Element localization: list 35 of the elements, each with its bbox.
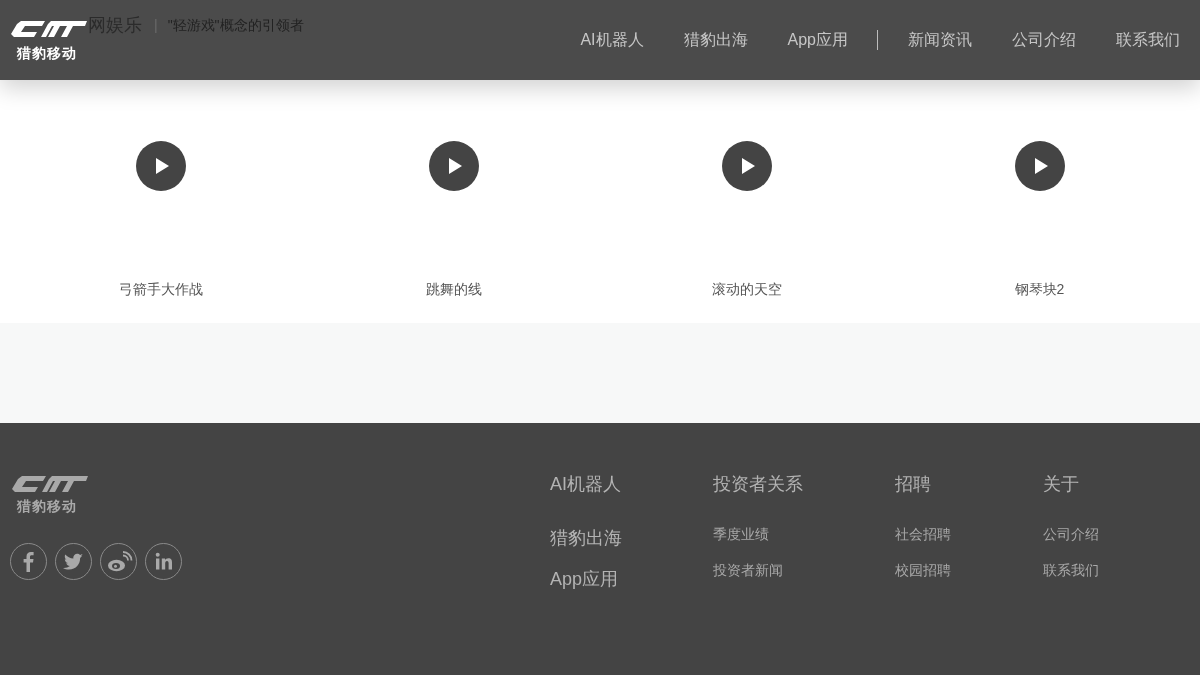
footer-link[interactable]: App应用 — [550, 566, 619, 592]
nav-link[interactable]: 猎豹出海 — [663, 28, 768, 52]
nav-link[interactable]: 新闻资讯 — [888, 28, 992, 52]
game-title[interactable]: 弓箭手大作战 — [118, 280, 203, 298]
logo-text: 猎豹移动 — [17, 497, 77, 515]
footer-heading: 招聘 — [895, 473, 931, 496]
play-icon[interactable] — [721, 141, 772, 191]
nav-link[interactable]: AI机器人 — [560, 28, 664, 52]
twitter-icon[interactable] — [55, 543, 92, 580]
footer-link[interactable]: 公司介绍 — [1043, 524, 1099, 544]
linkedin-icon[interactable] — [145, 543, 182, 580]
play-icon[interactable] — [428, 141, 479, 191]
logo-text: 猎豹移动 — [17, 44, 77, 62]
footer-link[interactable]: 联系我们 — [1043, 560, 1099, 580]
logo-icon[interactable] — [12, 474, 88, 494]
separator-text: | — [154, 15, 158, 35]
footer-link[interactable]: AI机器人 — [550, 471, 621, 497]
game-title[interactable]: 钢琴块2 — [1014, 280, 1065, 298]
footer-heading: 投资者关系 — [713, 473, 803, 496]
footer-link[interactable]: 季度业绩 — [713, 524, 769, 544]
game-title[interactable]: 滚动的天空 — [711, 280, 782, 298]
footer-link[interactable]: 校园招聘 — [895, 560, 951, 580]
facebook-icon[interactable] — [10, 543, 47, 580]
nav-link[interactable]: 联系我们 — [1096, 28, 1200, 52]
weibo-icon[interactable] — [100, 543, 137, 580]
play-icon[interactable] — [135, 141, 186, 191]
logo-icon[interactable] — [11, 18, 87, 40]
footer-link[interactable]: 投资者新闻 — [713, 560, 783, 580]
nav-link[interactable]: 公司介绍 — [992, 28, 1096, 52]
footer-link[interactable]: 社会招聘 — [895, 524, 951, 544]
nav-link[interactable]: App应用 — [767, 28, 868, 52]
game-title[interactable]: 跳舞的线 — [425, 280, 482, 298]
footer-heading: 关于 — [1043, 473, 1079, 496]
play-icon[interactable] — [1014, 141, 1065, 191]
footer-link[interactable]: 猎豹出海 — [550, 525, 622, 551]
